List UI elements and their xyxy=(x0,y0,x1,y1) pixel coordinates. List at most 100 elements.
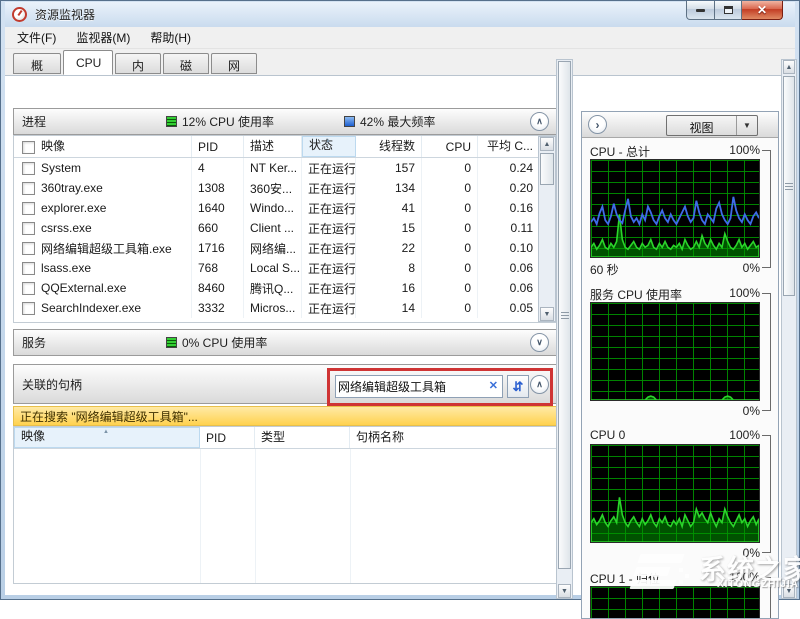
chart-range-bracket xyxy=(762,150,771,268)
row-checkbox[interactable] xyxy=(22,182,35,195)
table-row[interactable]: 360tray.exe1308360安...正在运行13400.20 xyxy=(14,178,556,198)
search-handles-button[interactable]: ⇵ xyxy=(507,375,529,398)
process-section-header: 进程 12% CPU 使用率 42% 最大频率 ∧ xyxy=(13,108,557,135)
services-section-header: 服务 0% CPU 使用率 ∨ xyxy=(13,329,557,356)
row-checkbox[interactable] xyxy=(22,302,35,315)
col-header-handle-pid[interactable]: PID xyxy=(200,427,255,448)
services-cpu-legend-icon xyxy=(166,337,177,348)
services-section-title: 服务 xyxy=(22,334,46,351)
close-button[interactable]: ✕ xyxy=(742,1,783,20)
menu-monitor[interactable]: 监视器(M) xyxy=(68,27,138,48)
chart-services-footer: 0% xyxy=(590,404,760,418)
charts-toolbar: › 视图 ▼ xyxy=(582,112,778,138)
scroll-down-icon[interactable]: ▼ xyxy=(558,584,571,598)
view-button[interactable]: 视图 ▼ xyxy=(666,115,758,136)
resource-monitor-window: 资源监视器 ✕ 文件(F) 监视器(M) 帮助(H) 概述 CPU 内存 磁盘 … xyxy=(0,0,800,600)
col-header-handle-name[interactable]: 句柄名称 xyxy=(350,427,540,448)
col-header-threads[interactable]: 线程数 xyxy=(356,136,422,157)
cpu-usage-legend-icon xyxy=(166,116,177,127)
chart-range-bracket xyxy=(762,293,771,411)
minimize-button[interactable] xyxy=(686,1,715,20)
services-cpu-usage-label: 0% CPU 使用率 xyxy=(182,334,267,351)
scroll-down-icon[interactable]: ▼ xyxy=(783,584,795,598)
handles-collapse-button[interactable]: ∧ xyxy=(530,375,549,394)
panel-scrollbar[interactable]: ▲ ▼ xyxy=(781,59,797,599)
process-table: 映像 PID 描述 ▲状态 线程数 CPU 平均 C... System4NT … xyxy=(13,135,557,323)
col-header-image[interactable]: 映像 xyxy=(14,136,192,157)
table-row[interactable]: csrss.exe660Client ...正在运行1500.11 xyxy=(14,218,556,238)
row-checkbox[interactable] xyxy=(22,162,35,175)
chart-cpu0-label: CPU 0100% xyxy=(590,428,760,442)
chevron-up-icon: ∧ xyxy=(536,379,543,390)
tab-disk[interactable]: 磁盘 xyxy=(163,53,209,74)
col-header-cpu[interactable]: CPU xyxy=(422,136,478,157)
maximize-icon xyxy=(724,6,733,14)
process-table-header: 映像 PID 描述 ▲状态 线程数 CPU 平均 C... xyxy=(14,136,556,158)
handle-search-box: ✕ xyxy=(335,375,503,398)
chevron-right-icon: › xyxy=(596,118,600,132)
row-checkbox[interactable] xyxy=(22,282,35,295)
max-frequency-legend-icon xyxy=(344,116,355,127)
menu-bar: 文件(F) 监视器(M) 帮助(H) xyxy=(5,27,795,49)
refresh-icon: ⇵ xyxy=(513,379,524,395)
table-row[interactable]: QQExternal.exe8460腾讯Q...正在运行1600.06 xyxy=(14,278,556,298)
process-table-scrollbar[interactable]: ▲ ▼ xyxy=(538,136,556,322)
main-scrollbar[interactable]: ▼ xyxy=(556,59,573,599)
table-row[interactable]: 网络编辑超级工具箱.exe1716网络编...正在运行2200.10 xyxy=(14,238,556,258)
dropdown-arrow-icon[interactable]: ▼ xyxy=(736,116,757,135)
clear-search-icon[interactable]: ✕ xyxy=(489,379,498,392)
col-header-handle-type[interactable]: 类型 xyxy=(255,427,350,448)
tab-memory[interactable]: 内存 xyxy=(115,53,161,74)
maximize-button[interactable] xyxy=(715,1,742,20)
table-row[interactable]: SearchIndexer.exe3332Micros...正在运行1400.0… xyxy=(14,298,556,318)
menu-file[interactable]: 文件(F) xyxy=(9,27,64,48)
services-expand-button[interactable]: ∨ xyxy=(530,333,549,352)
process-rows: System4NT Ker...正在运行15700.24360tray.exe1… xyxy=(14,158,556,318)
scroll-up-icon[interactable]: ▲ xyxy=(540,137,554,151)
table-row[interactable]: System4NT Ker...正在运行15700.24 xyxy=(14,158,556,178)
charts-panel: › 视图 ▼ CPU - 总计100% 60 秒0% 服务 CPU 使用率100… xyxy=(581,111,779,619)
scrollbar-thumb[interactable] xyxy=(783,76,795,296)
col-header-avg-cpu[interactable]: 平均 C... xyxy=(478,136,539,157)
minimize-icon xyxy=(696,9,705,12)
col-header-status[interactable]: ▲状态 xyxy=(302,136,356,157)
process-section-title: 进程 xyxy=(22,113,46,130)
column-divider xyxy=(350,449,351,583)
tab-bar: 概述 CPU 内存 磁盘 网络 xyxy=(5,49,795,75)
row-checkbox[interactable] xyxy=(22,242,35,255)
max-frequency-label: 42% 最大频率 xyxy=(360,113,435,130)
table-row[interactable]: lsass.exe768Local S...正在运行800.06 xyxy=(14,258,556,278)
chevron-up-icon: ∧ xyxy=(536,116,543,127)
handles-table: ▲映像 PID 类型 句柄名称 xyxy=(13,426,557,584)
column-divider xyxy=(200,449,201,583)
chart-cpu-total xyxy=(590,159,760,258)
select-all-checkbox[interactable] xyxy=(22,141,35,154)
col-header-handle-image[interactable]: ▲映像 xyxy=(14,427,200,448)
row-checkbox[interactable] xyxy=(22,202,35,215)
panel-expand-button[interactable]: › xyxy=(588,115,607,134)
col-header-description[interactable]: 描述 xyxy=(244,136,302,157)
chart-range-bracket xyxy=(762,435,771,553)
tab-cpu[interactable]: CPU xyxy=(63,50,113,75)
chart-cpu-total-footer: 60 秒0% xyxy=(590,261,760,278)
row-checkbox[interactable] xyxy=(22,262,35,275)
handles-section-title: 关联的句柄 xyxy=(22,376,82,393)
scrollbar-thumb[interactable] xyxy=(558,61,571,569)
scroll-down-icon[interactable]: ▼ xyxy=(540,307,554,321)
scrollbar-thumb[interactable] xyxy=(540,153,554,185)
column-divider xyxy=(255,449,256,583)
title-bar[interactable]: 资源监视器 xyxy=(5,2,795,27)
row-checkbox[interactable] xyxy=(22,222,35,235)
sort-asc-icon: ▲ xyxy=(325,138,331,144)
col-header-pid[interactable]: PID xyxy=(192,136,244,157)
handle-search-input[interactable] xyxy=(338,377,478,396)
tab-overview[interactable]: 概述 xyxy=(13,53,61,74)
process-collapse-button[interactable]: ∧ xyxy=(530,112,549,131)
view-button-label: 视图 xyxy=(667,116,736,135)
table-row[interactable]: explorer.exe1640Windo...正在运行4100.16 xyxy=(14,198,556,218)
close-icon: ✕ xyxy=(757,3,767,17)
tab-network[interactable]: 网络 xyxy=(211,53,257,74)
menu-help[interactable]: 帮助(H) xyxy=(142,27,199,48)
searching-status-banner: 正在搜索 "网络编辑超级工具箱"... xyxy=(13,406,557,426)
scroll-up-icon[interactable]: ▲ xyxy=(783,60,795,74)
